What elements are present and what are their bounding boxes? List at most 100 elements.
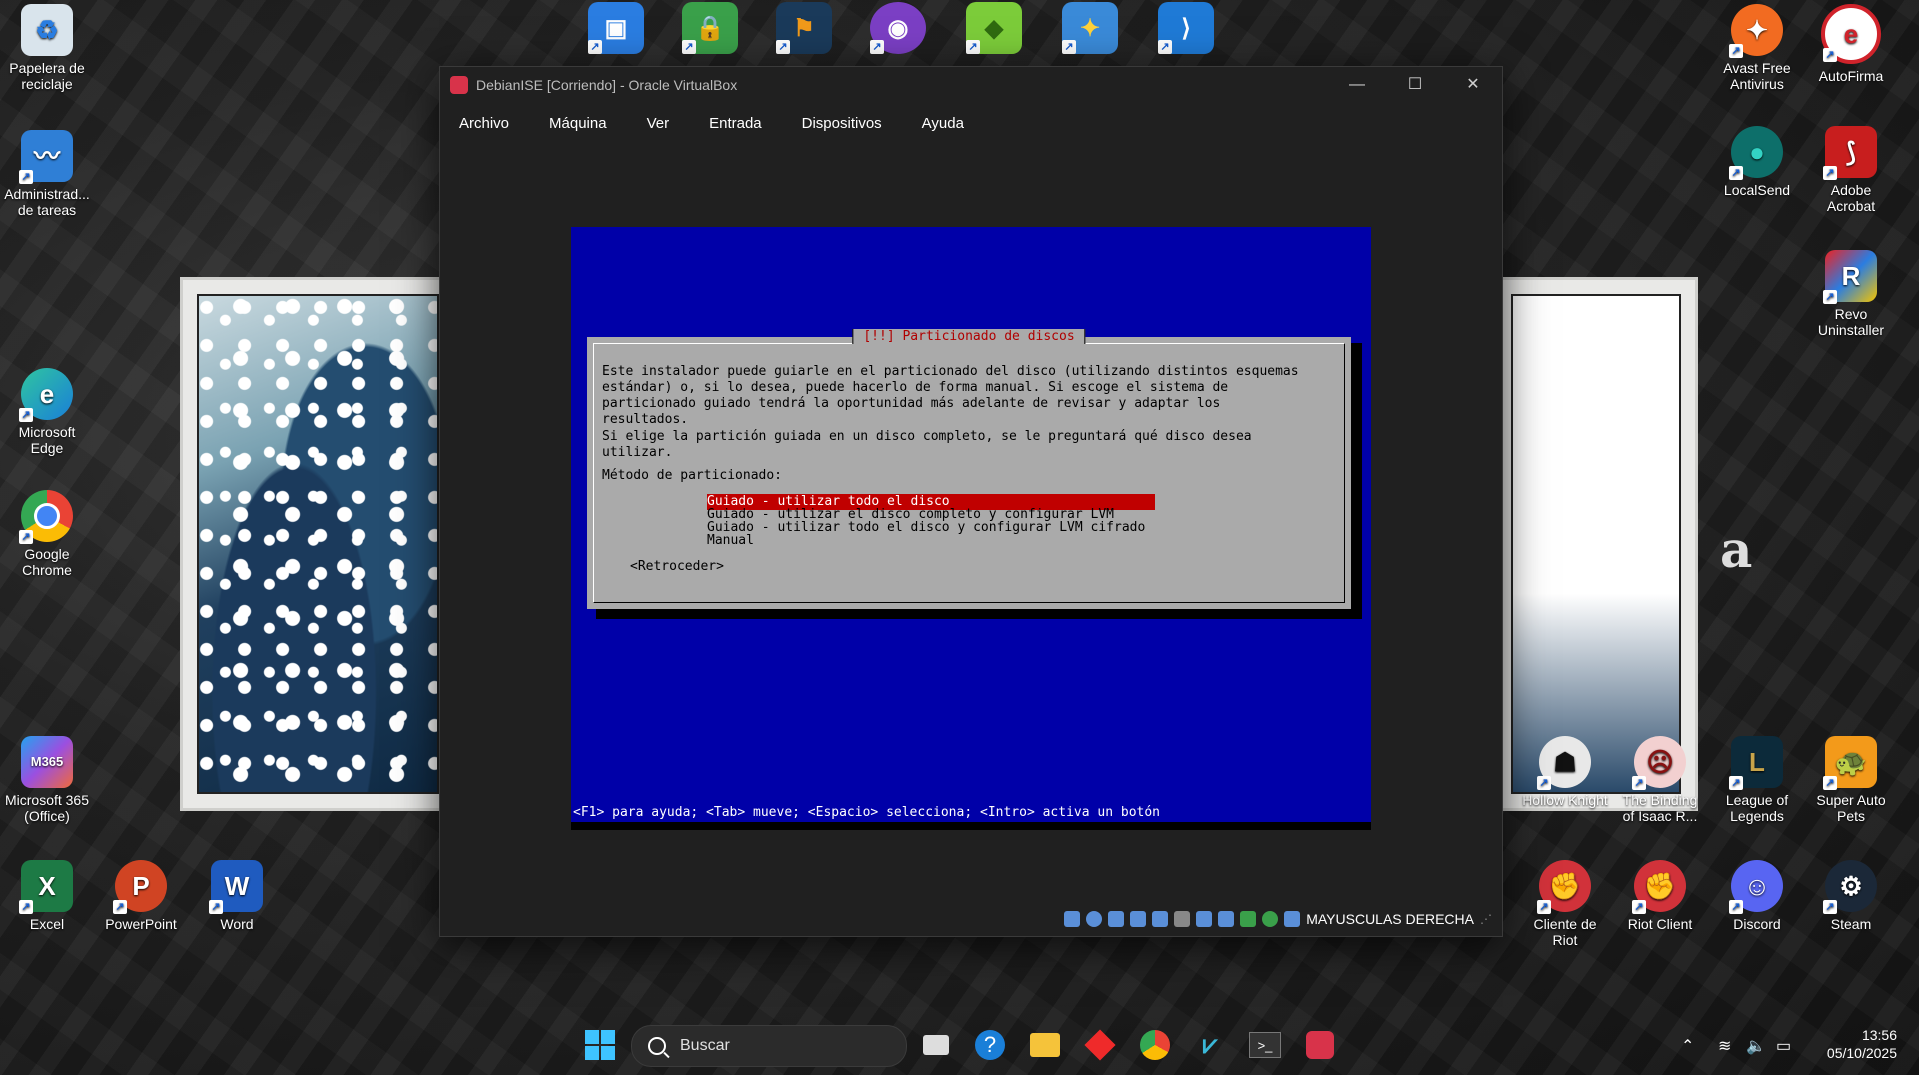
back-button[interactable]: <Retroceder>	[630, 559, 724, 575]
taskbar	[0, 1027, 1919, 1075]
virtualbox-taskbar-icon[interactable]	[1302, 1027, 1338, 1063]
desktop-icon-discord[interactable]: ☺ ↗ Discord	[1712, 860, 1802, 932]
menu-maquina[interactable]: Máquina	[549, 115, 607, 132]
desktop-icon-super-auto-pets[interactable]: 🐢 ↗ Super Auto Pets	[1806, 736, 1896, 824]
desktop-icon-word[interactable]: W ↗ Word	[192, 860, 282, 932]
desktop-icon-label: Cliente de Riot	[1533, 916, 1597, 948]
cpu-icon[interactable]	[1240, 911, 1257, 927]
riot-client-icon: ✊ ↗	[1537, 860, 1591, 914]
desktop-icon-league[interactable]: L ↗ League of Legends	[1712, 736, 1802, 824]
desktop-icon-label: Administrad... de tareas	[4, 186, 90, 218]
desktop-icon-riot-client[interactable]: ✊ ↗ Riot Client	[1615, 860, 1705, 932]
desktop-icon-hollow-knight[interactable]: ☗ ↗ Hollow Knight	[1520, 736, 1610, 808]
vscode-icon[interactable]: ⟩ ↗	[1158, 2, 1214, 54]
desktop-icon-powerpoint[interactable]: P ↗ PowerPoint	[96, 860, 186, 932]
virtualbox-logo-icon	[450, 76, 468, 94]
option-guided-encrypted-lvm[interactable]: Guiado - utilizar todo el disco y config…	[707, 520, 1145, 536]
dev-tool-taskbar-icon[interactable]: ⩗	[1192, 1027, 1228, 1063]
hard-disk-icon[interactable]	[1064, 911, 1081, 927]
autofirma-icon: e ↗	[1821, 4, 1881, 64]
menu-entrada[interactable]: Entrada	[709, 115, 762, 132]
desktop-icon-steam[interactable]: ⚙ ↗ Steam	[1806, 860, 1896, 932]
desktop-icon-riot-client-es[interactable]: ✊ ↗ Cliente de Riot	[1520, 860, 1610, 948]
file-explorer-icon[interactable]	[1027, 1027, 1063, 1063]
desktop-icon-recycle-bin[interactable]: ♻ Papelera de reciclaje	[2, 4, 92, 92]
minimize-button[interactable]: —	[1328, 67, 1386, 103]
resize-grip-icon[interactable]: ⋰	[1480, 912, 1492, 926]
dialog-title: [!!] Particionado de discos	[852, 329, 1086, 344]
dialog-paragraph-1: Este instalador puede guiarle en el part…	[602, 364, 1299, 427]
menu-dispositivos[interactable]: Dispositivos	[802, 115, 882, 132]
desktop-icon-label: Excel	[29, 916, 65, 932]
desktop-icon-localsend[interactable]: ● ↗ LocalSend	[1712, 126, 1802, 198]
option-manual[interactable]: Manual	[707, 533, 754, 549]
desktop-icon-revo[interactable]: R ↗ Revo Uninstaller	[1806, 250, 1896, 338]
anydesk-icon[interactable]	[1082, 1027, 1118, 1063]
chrome-taskbar-icon[interactable]	[1137, 1027, 1173, 1063]
network-icon[interactable]	[1130, 911, 1147, 927]
volume-icon[interactable]: 🔈	[1746, 1036, 1766, 1056]
discord-icon: ☺ ↗	[1729, 860, 1783, 914]
desktop-icon-excel[interactable]: X ↗ Excel	[2, 860, 92, 932]
taskbar-clock[interactable]: 13:56 05/10/2025	[1827, 1026, 1897, 1062]
windows-logo-icon	[585, 1030, 615, 1060]
display-icon[interactable]	[1196, 911, 1213, 927]
wifi-icon[interactable]: ≋	[1718, 1036, 1731, 1056]
show-hidden-icons-chevron-icon[interactable]: ⌃	[1681, 1036, 1694, 1056]
chrome-icon: ↗	[19, 490, 73, 544]
desktop-icon-label: Google Chrome	[22, 546, 72, 578]
menubar: Archivo Máquina Ver Entrada Dispositivos…	[440, 103, 1502, 143]
desktop-icon-chrome[interactable]: ↗ Google Chrome	[2, 490, 92, 578]
desktop-icon-label: Microsoft Edge	[18, 424, 76, 456]
battery-icon[interactable]: ▭	[1776, 1036, 1791, 1056]
usb-icon[interactable]	[1152, 911, 1169, 927]
installer-help-bar: <F1> para ayuda; <Tab> mueve; <Espacio> …	[573, 805, 1160, 820]
terminal-icon[interactable]: >_	[1247, 1027, 1283, 1063]
desktop-icon-autofirma[interactable]: e ↗ AutoFirma	[1806, 4, 1896, 84]
league-of-legends-icon: L ↗	[1729, 736, 1783, 790]
wave-art-left	[180, 277, 456, 811]
desktop-icon-edge[interactable]: e ↗ Microsoft Edge	[2, 368, 92, 456]
host-key-arrow-icon[interactable]	[1284, 911, 1301, 927]
start-button[interactable]	[582, 1027, 618, 1063]
audio-icon[interactable]	[1108, 911, 1125, 927]
vm-status-bar: MAYUSCULAS DERECHA ⋰	[1064, 904, 1492, 934]
menu-archivo[interactable]: Archivo	[459, 115, 509, 132]
vm-display[interactable]: [!!] Particionado de discos Este instala…	[571, 227, 1371, 830]
network-monitor-icon[interactable]: ▣ ↗	[588, 2, 644, 54]
recording-icon[interactable]	[1218, 911, 1235, 927]
desktop-icon-acrobat[interactable]: ⟆ ↗ Adobe Acrobat	[1806, 126, 1896, 214]
desktop-icon-binding-of-isaac[interactable]: ☹ ↗ The Binding of Isaac R...	[1615, 736, 1705, 824]
taskbar-search[interactable]: Buscar	[631, 1025, 907, 1067]
super-auto-pets-icon: 🐢 ↗	[1823, 736, 1877, 790]
desktop-icon-label: LocalSend	[1723, 182, 1791, 198]
task-view-icon[interactable]	[918, 1027, 954, 1063]
m365-icon: M365	[21, 736, 73, 788]
desktop-icon-task-manager[interactable]: 〰 ↗ Administrad... de tareas	[2, 130, 92, 218]
shared-folders-icon[interactable]	[1174, 911, 1191, 927]
desktop-icon-m365[interactable]: M365 Microsoft 365 (Office)	[2, 736, 92, 824]
maximize-button[interactable]: ☐	[1386, 67, 1444, 103]
art-letter-glyph: a	[1720, 520, 1753, 579]
task-manager-icon: 〰 ↗	[19, 130, 73, 184]
installer-wizard-icon[interactable]: ✦ ↗	[1062, 2, 1118, 54]
localsend-icon: ● ↗	[1729, 126, 1783, 180]
desktop-icon-label: Avast Free Antivirus	[1723, 60, 1791, 92]
vpn-lock-icon[interactable]: 🔒 ↗	[682, 2, 738, 54]
mouse-integration-icon[interactable]	[1262, 911, 1279, 927]
edge-icon: e ↗	[19, 368, 73, 422]
window-title: DebianISE [Corriendo] - Oracle VirtualBo…	[476, 77, 738, 93]
cube-app-icon[interactable]: ◆ ↗	[966, 2, 1022, 54]
dev-tool-icon[interactable]: ⚑ ↗	[776, 2, 832, 54]
github-desktop-icon[interactable]: ◉ ↗	[870, 2, 926, 54]
help-icon[interactable]: ?	[972, 1027, 1008, 1063]
host-key-label: MAYUSCULAS DERECHA	[1306, 911, 1474, 927]
virtualbox-window[interactable]: DebianISE [Corriendo] - Oracle VirtualBo…	[439, 66, 1503, 937]
close-button[interactable]: ✕	[1444, 67, 1502, 103]
wave-art-right	[1494, 277, 1698, 811]
optical-drive-icon[interactable]	[1086, 911, 1103, 927]
desktop-icon-avast[interactable]: ✦ ↗ Avast Free Antivirus	[1712, 4, 1802, 92]
menu-ver[interactable]: Ver	[647, 115, 670, 132]
desktop-icon-label: Adobe Acrobat	[1826, 182, 1876, 214]
menu-ayuda[interactable]: Ayuda	[922, 115, 964, 132]
